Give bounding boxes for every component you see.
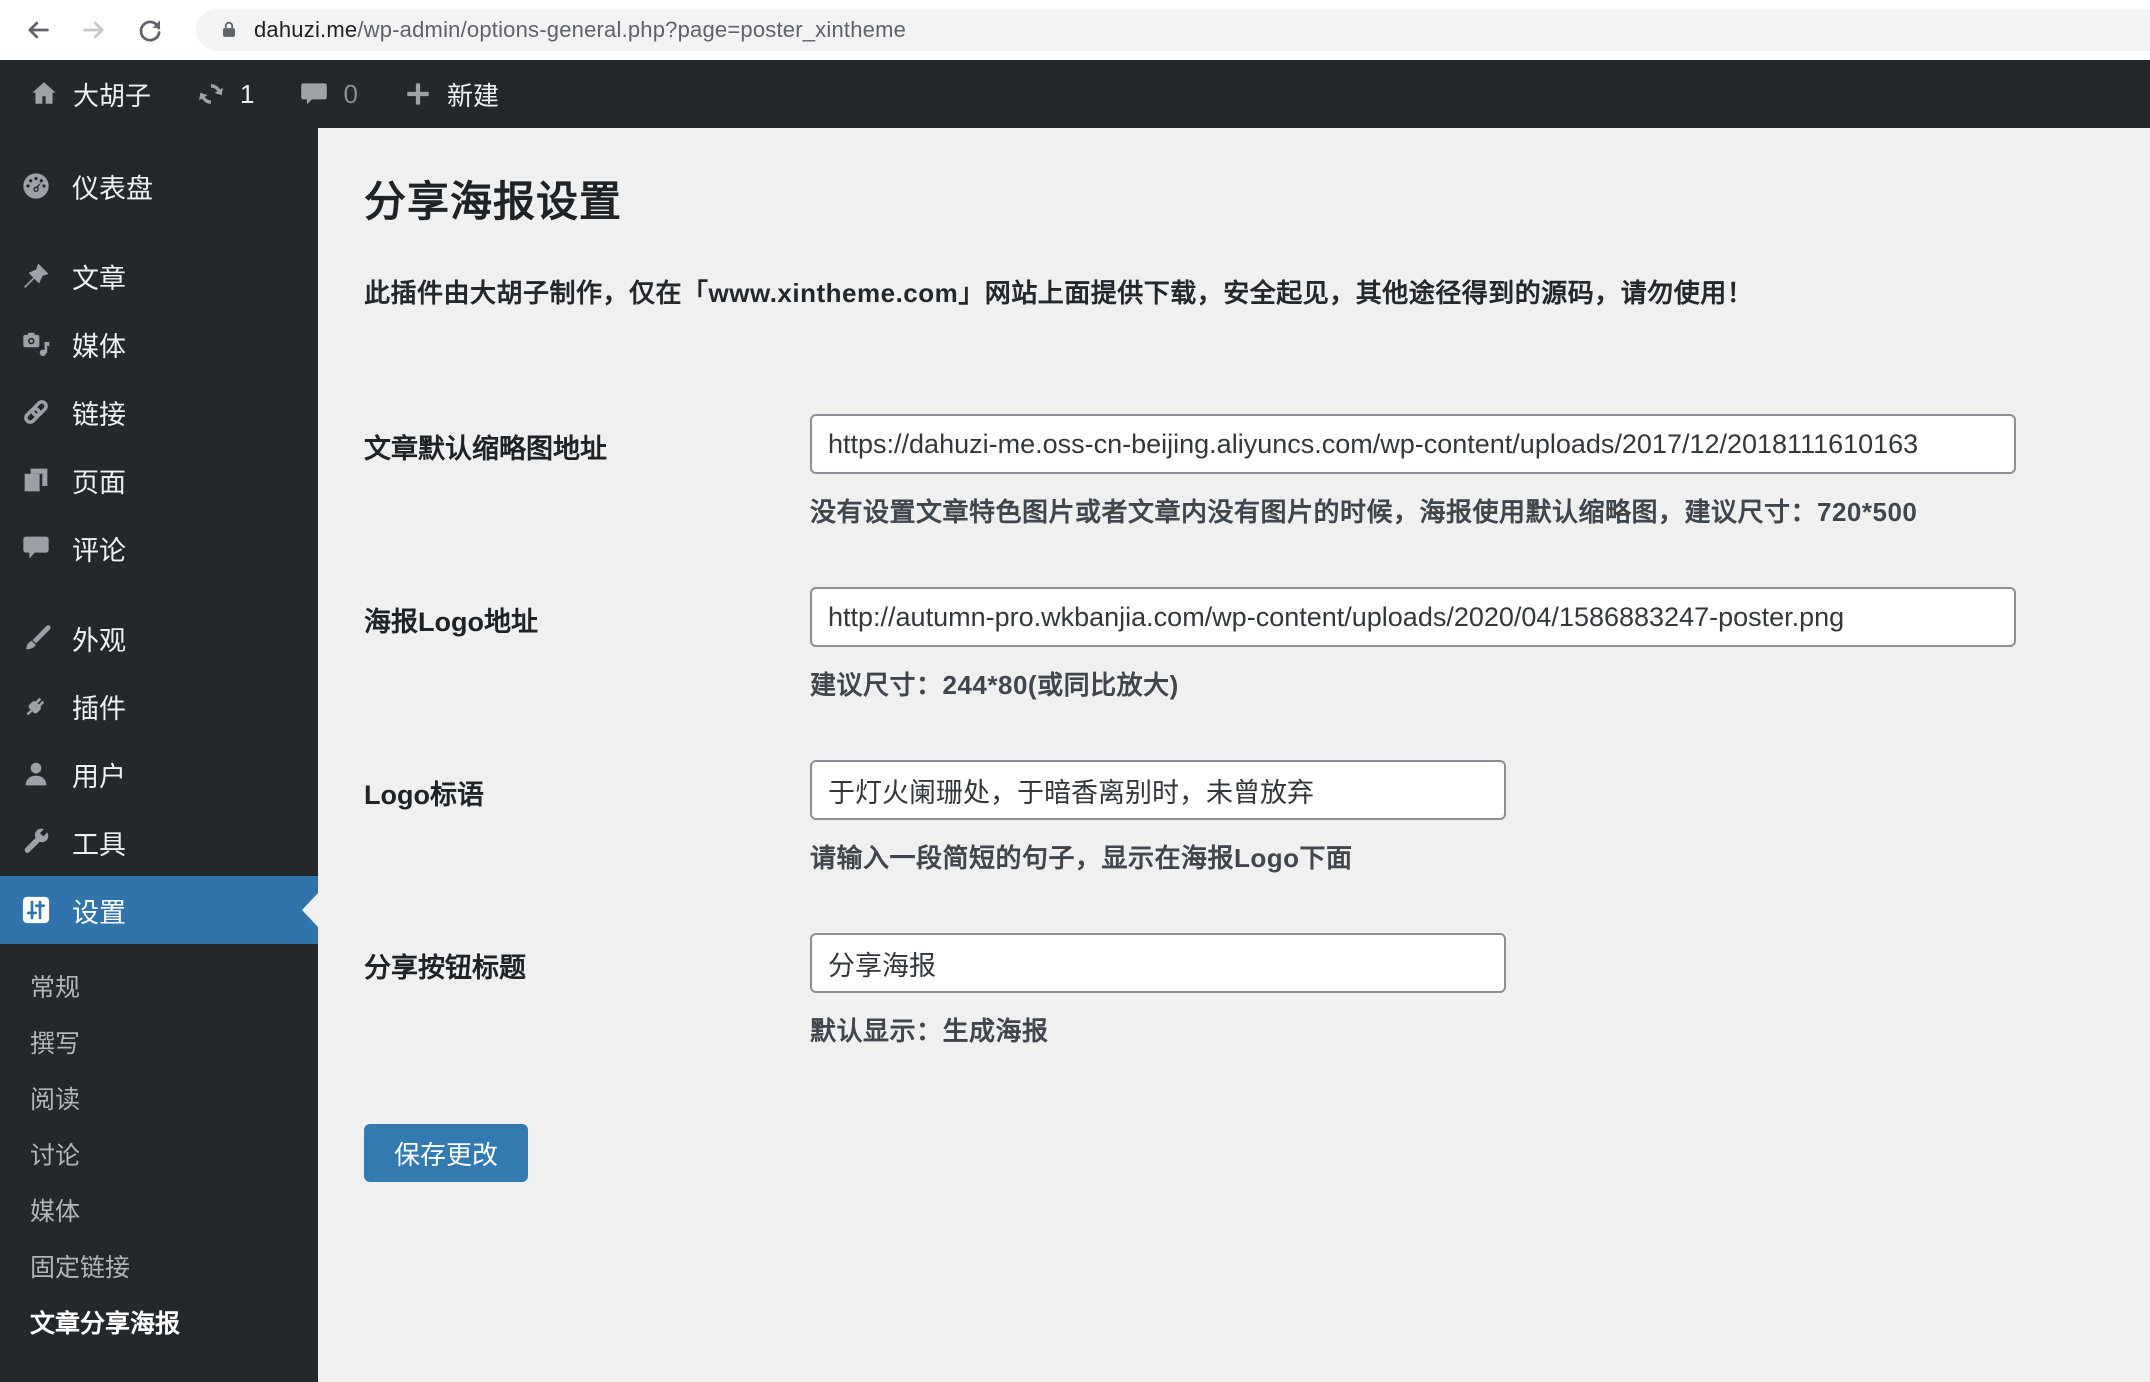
url-path: /wp-admin/options-general.php?page=poste… <box>357 17 907 42</box>
update-count: 1 <box>240 78 255 109</box>
submenu-item-permalinks[interactable]: 固定链接 <box>0 1238 318 1294</box>
browser-reload-button[interactable] <box>130 10 170 50</box>
plugin-icon <box>20 690 52 722</box>
url-text: dahuzi.me/wp-admin/options-general.php?p… <box>254 17 906 43</box>
new-label: 新建 <box>446 80 499 111</box>
media-icon <box>20 328 52 360</box>
sidebar-item-tools[interactable]: 工具 <box>0 808 318 876</box>
sidebar-item-label: 设置 <box>72 897 126 928</box>
user-icon <box>20 758 52 790</box>
sliders-icon <box>20 894 52 926</box>
save-changes-button[interactable]: 保存更改 <box>364 1124 529 1182</box>
logo-url-input[interactable] <box>810 587 2016 647</box>
pushpin-icon <box>20 260 52 292</box>
sidebar-item-media[interactable]: 媒体 <box>0 310 318 378</box>
sidebar-item-label: 插件 <box>72 693 126 724</box>
reload-icon <box>139 20 161 42</box>
sidebar-item-settings[interactable]: 设置 <box>0 876 318 944</box>
sidebar-item-label: 仪表盘 <box>72 173 153 204</box>
submenu-item-writing[interactable]: 撰写 <box>0 1014 318 1070</box>
form-row-thumbnail-url: 文章默认缩略图地址 没有设置文章特色图片或者文章内没有图片的时候，海报使用默认缩… <box>364 414 2110 529</box>
field-help: 没有设置文章特色图片或者文章内没有图片的时候，海报使用默认缩略图，建议尺寸：72… <box>810 497 1918 527</box>
url-domain: dahuzi.me <box>254 17 358 42</box>
admin-bar-updates[interactable]: 1 <box>173 60 276 128</box>
share-button-title-input[interactable] <box>810 933 1506 993</box>
sidebar-item-plugins[interactable]: 插件 <box>0 672 318 740</box>
sidebar-item-label: 评论 <box>72 535 126 566</box>
comment-count: 0 <box>343 78 358 109</box>
menu-separator <box>0 582 318 604</box>
field-help: 默认显示：生成海报 <box>810 1016 1049 1046</box>
sidebar-item-users[interactable]: 用户 <box>0 740 318 808</box>
menu-separator <box>0 220 318 242</box>
brush-icon <box>20 622 52 654</box>
form-row-share-button-title: 分享按钮标题 默认显示：生成海报 <box>364 933 2110 1048</box>
form-row-logo-url: 海报Logo地址 建议尺寸：244*80(或同比放大) <box>364 587 2110 702</box>
link-icon <box>20 396 52 428</box>
thumbnail-url-input[interactable] <box>810 414 2016 474</box>
submenu-item-general[interactable]: 常规 <box>0 958 318 1014</box>
field-help: 建议尺寸：244*80(或同比放大) <box>810 670 1179 700</box>
sidebar-item-label: 页面 <box>72 467 126 498</box>
submenu-item-media[interactable]: 媒体 <box>0 1182 318 1238</box>
admin-bar-site-menu[interactable]: 大胡子 <box>0 60 173 128</box>
sidebar-item-label: 工具 <box>72 829 126 860</box>
form-row-logo-slogan: Logo标语 请输入一段简短的句子，显示在海报Logo下面 <box>364 760 2110 875</box>
sidebar-item-label: 外观 <box>72 625 126 656</box>
browser-forward-button[interactable] <box>74 10 114 50</box>
field-help: 请输入一段简短的句子，显示在海报Logo下面 <box>810 843 1353 873</box>
wrench-icon <box>20 826 52 858</box>
logo-slogan-input[interactable] <box>810 760 1506 820</box>
submenu-item-reading[interactable]: 阅读 <box>0 1070 318 1126</box>
sidebar-item-label: 文章 <box>72 263 126 294</box>
screen: dahuzi.me/wp-admin/options-general.php?p… <box>0 0 2150 1382</box>
home-icon <box>32 82 56 104</box>
sidebar-item-label: 链接 <box>72 399 126 430</box>
wp-admin-bar: 大胡子 1 0 新建 <box>0 60 2150 128</box>
forward-arrow-icon <box>83 21 104 39</box>
back-arrow-icon <box>28 21 49 39</box>
page-title: 分享海报设置 <box>364 178 623 225</box>
plugin-notice: 此插件由大胡子制作，仅在「www.xintheme.com」网站上面提供下载，安… <box>364 278 1754 308</box>
site-name: 大胡子 <box>73 80 152 111</box>
plus-icon <box>407 83 429 105</box>
sidebar-item-comments[interactable]: 评论 <box>0 514 318 582</box>
sidebar-item-label: 用户 <box>72 761 126 792</box>
admin-frame: 仪表盘 文章 媒体 链接 页面 评论 外观 插件 用户 工具 设置 常规 撰写 … <box>0 128 2150 1382</box>
lock-icon <box>218 19 240 41</box>
field-label: 分享按钮标题 <box>364 953 526 983</box>
admin-bar-comments[interactable]: 0 <box>276 60 379 128</box>
admin-bar-new[interactable]: 新建 <box>380 60 521 128</box>
comment-icon <box>20 532 52 564</box>
admin-sidebar: 仪表盘 文章 媒体 链接 页面 评论 外观 插件 用户 工具 设置 常规 撰写 … <box>0 128 318 1382</box>
url-bar[interactable]: dahuzi.me/wp-admin/options-general.php?p… <box>196 9 2150 51</box>
browser-back-button[interactable] <box>18 10 58 50</box>
browser-toolbar: dahuzi.me/wp-admin/options-general.php?p… <box>0 0 2150 60</box>
settings-submenu: 常规 撰写 阅读 讨论 媒体 固定链接 文章分享海报 <box>0 944 318 1360</box>
field-label: 海报Logo地址 <box>364 607 538 637</box>
sidebar-item-links[interactable]: 链接 <box>0 378 318 446</box>
sidebar-item-appearance[interactable]: 外观 <box>0 604 318 672</box>
sidebar-item-dashboard[interactable]: 仪表盘 <box>0 152 318 220</box>
settings-page: 分享海报设置 此插件由大胡子制作，仅在「www.xintheme.com」网站上… <box>318 128 2150 1382</box>
sidebar-item-pages[interactable]: 页面 <box>0 446 318 514</box>
field-label: 文章默认缩略图地址 <box>364 434 607 464</box>
field-label: Logo标语 <box>364 780 484 810</box>
update-icon <box>199 84 223 104</box>
pages-icon <box>20 464 52 496</box>
dashboard-icon <box>20 170 52 202</box>
comment-bubble-icon <box>301 83 328 105</box>
submenu-item-share-poster[interactable]: 文章分享海报 <box>0 1294 318 1350</box>
sidebar-item-label: 媒体 <box>72 331 126 362</box>
sidebar-item-posts[interactable]: 文章 <box>0 242 318 310</box>
submenu-item-discussion[interactable]: 讨论 <box>0 1126 318 1182</box>
